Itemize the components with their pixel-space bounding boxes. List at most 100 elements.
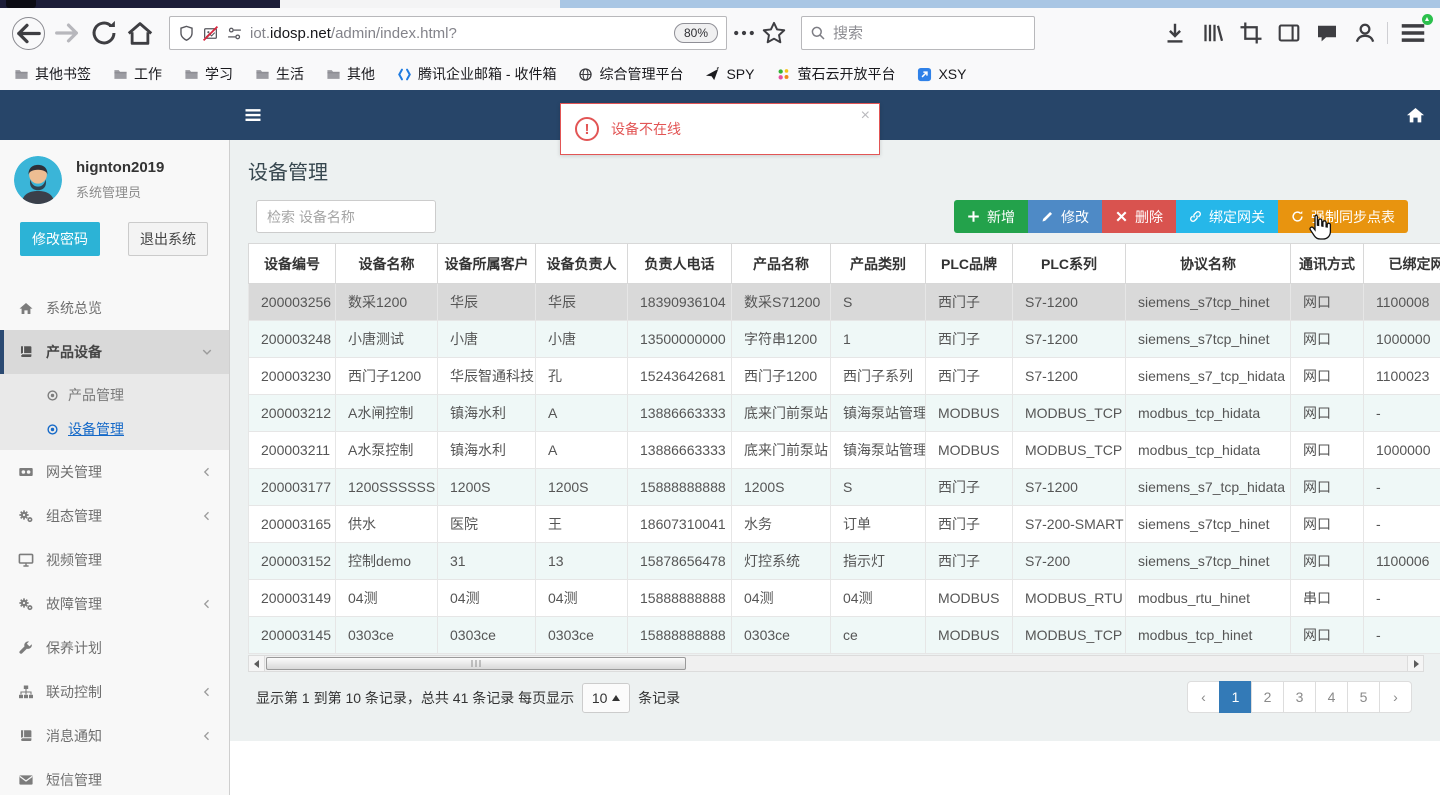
browser-search-input[interactable] [833, 24, 993, 42]
table-cell: 底来门前泵站 [731, 431, 831, 469]
prev-page-button[interactable]: ‹ [1187, 681, 1220, 713]
bookmark-item[interactable]: 综合管理平台 [578, 64, 683, 84]
menu-button[interactable] [1398, 14, 1433, 48]
table-row[interactable]: 200003211 A水泵控制 镇海水利 A 13886663333 底来门前泵站 镇海泵站… [248, 431, 1440, 469]
delete-button[interactable]: 删除 [1102, 200, 1176, 233]
table-cell: MODBUS_RTU [1012, 579, 1126, 617]
bookmark-item[interactable]: 生活 [255, 64, 304, 84]
pagination: ‹ 1 2 3 4 5 › [1187, 681, 1412, 713]
table-row[interactable]: 200003248 小唐测试 小唐 小唐 13500000000 字符串1200 1 西门子 S… [248, 320, 1440, 358]
wrench-icon [18, 640, 34, 656]
pagination-info-text: 显示第 1 到第 10 条记录，总共 41 条记录 每页显示 [256, 690, 575, 706]
next-page-button[interactable]: › [1379, 681, 1412, 713]
app-home-button[interactable] [1405, 104, 1426, 125]
zoom-level-badge[interactable]: 80% [673, 23, 718, 43]
page-button[interactable]: 2 [1251, 681, 1284, 713]
bookmark-item[interactable]: 腾讯企业邮箱 - 收件箱 [397, 64, 556, 84]
sidebar-item[interactable]: 短信管理 [0, 758, 229, 795]
table-row[interactable]: 200003165 供水 医院王 18607310041 水务 订单 西门子 S7-200-S… [248, 505, 1440, 543]
page-button[interactable]: 4 [1315, 681, 1348, 713]
table-row[interactable]: 200003256 数采1200 华辰 华辰 18390936104 数采S71200 S 西… [248, 283, 1440, 321]
bookmark-item[interactable]: XSY [917, 66, 966, 82]
page-button[interactable]: 5 [1347, 681, 1380, 713]
table-row[interactable]: 200003152 控制demo 31 13 15878656478 灯控系统 指示灯 西门子… [248, 542, 1440, 580]
table-cell: 镇海水利 [437, 394, 536, 432]
page-size-dropdown[interactable]: 10 [582, 683, 631, 713]
sidebar-item[interactable]: 联动控制 [0, 670, 229, 714]
folder-icon [326, 67, 341, 82]
bookmark-item[interactable]: 学习 [184, 64, 233, 84]
horizontal-scrollbar[interactable] [248, 655, 1424, 672]
shield-icon[interactable] [178, 25, 195, 42]
table-row[interactable]: 200003230 西门子1200 华辰智通科技孔 15243642681 西门子120… [248, 357, 1440, 395]
link-icon [1189, 210, 1202, 223]
column-header: 设备所属客户 [437, 243, 536, 284]
forward-button[interactable] [52, 18, 82, 48]
titlebar-blue-segment [560, 0, 1440, 8]
crop-icon [1239, 21, 1263, 45]
force-sync-button[interactable]: 强制同步点表 [1278, 200, 1408, 233]
alert-close-button[interactable]: × [861, 108, 870, 124]
titlebar-dark-segment [0, 0, 280, 8]
page-button[interactable]: 3 [1283, 681, 1316, 713]
table-cell: A [535, 394, 628, 432]
sidebar-subitem[interactable]: 产品管理 [0, 378, 229, 412]
browser-search-box[interactable] [801, 16, 1035, 50]
sidebar-item[interactable]: 视频管理 [0, 538, 229, 582]
sidebar-item[interactable]: 系统总览 [0, 286, 229, 330]
sidebar-subitem[interactable]: 设备管理 [0, 412, 229, 446]
sidebar-item[interactable]: 网关管理 [0, 450, 229, 494]
sidebar-item[interactable]: 故障管理 [0, 582, 229, 626]
screenshot-button[interactable] [1239, 18, 1263, 48]
table-row[interactable]: 200003145 0303ce 0303ce 0303ce 15888888888 03… [248, 616, 1440, 654]
column-header: PLC系列 [1012, 243, 1126, 284]
device-search-input[interactable] [256, 200, 436, 233]
account-button[interactable] [1353, 18, 1377, 48]
sidebar-item[interactable]: 保养计划 [0, 626, 229, 670]
sidebar-item-label: 产品设备 [46, 344, 102, 360]
bookmark-item[interactable]: 其他 [326, 64, 375, 84]
sidebar-item[interactable]: 消息通知 [0, 714, 229, 758]
library-button[interactable] [1201, 18, 1225, 48]
table-cell: 0303ce [437, 616, 536, 654]
scroll-left-arrow[interactable] [249, 656, 265, 671]
bookmark-label: 生活 [276, 66, 304, 82]
sidebar-toggle-button[interactable] [1277, 18, 1301, 48]
home-button[interactable] [125, 18, 155, 48]
table-cell: modbus_tcp_hidata [1125, 431, 1291, 469]
table-row[interactable]: 200003212 A水闸控制 镇海水利 A 13886663333 底来门前泵站 镇海泵站… [248, 394, 1440, 432]
add-button[interactable]: 新增 [954, 200, 1028, 233]
scroll-right-arrow[interactable] [1407, 656, 1423, 671]
page-actions-button[interactable] [731, 20, 757, 46]
url-bar[interactable]: iot.idosp.net/admin/index.html? 80% [169, 16, 727, 50]
bind-gateway-button[interactable]: 绑定网关 [1176, 200, 1278, 233]
table-row[interactable]: 200003149 04测 04测 04测 15888888888 04测 04测 MODBU… [248, 579, 1440, 617]
sidebar-collapse-button[interactable] [243, 105, 263, 125]
table-cell: 西门子 [925, 357, 1013, 395]
back-button[interactable] [12, 16, 45, 50]
table-row[interactable]: 200003177 1200SSSSSS 1200S 1200S 15888888888… [248, 468, 1440, 506]
blocked-content-icon[interactable] [202, 25, 219, 42]
bookmarks-bar: 其他书签 工作 学习 生活 其他 腾讯企业邮箱 - 收件箱 综合管理平台 SPY 萤石云开放平台… [0, 58, 1440, 90]
sidebar-item[interactable]: 产品设备 [0, 330, 229, 374]
device-table: 设备编号 设备名称 设备所属客户 设备负责人 负责人电话 产品名称 产品类别 PLC品牌 PLC… [248, 243, 1440, 654]
bookmark-item[interactable]: 工作 [113, 64, 162, 84]
messages-button[interactable] [1315, 18, 1339, 48]
change-password-button[interactable]: 修改密码 [20, 222, 100, 256]
permissions-icon[interactable] [226, 25, 243, 42]
page-button[interactable]: 1 [1219, 681, 1252, 713]
bookmark-item[interactable]: 萤石云开放平台 [776, 64, 895, 84]
downloads-button[interactable] [1163, 18, 1187, 48]
bookmark-star-button[interactable] [761, 20, 787, 46]
sidebar-item[interactable]: 组态管理 [0, 494, 229, 538]
bookmark-item[interactable]: 其他书签 [14, 64, 91, 84]
home-icon [18, 300, 34, 316]
logout-button[interactable]: 退出系统 [128, 222, 208, 256]
bookmark-item[interactable]: SPY [705, 66, 754, 82]
scrollbar-thumb[interactable] [266, 657, 686, 670]
chat-bubble-icon [1315, 21, 1339, 45]
reload-button[interactable] [89, 18, 119, 48]
table-cell: 镇海水利 [437, 431, 536, 469]
download-icon [1163, 21, 1187, 45]
edit-button[interactable]: 修改 [1028, 200, 1102, 233]
